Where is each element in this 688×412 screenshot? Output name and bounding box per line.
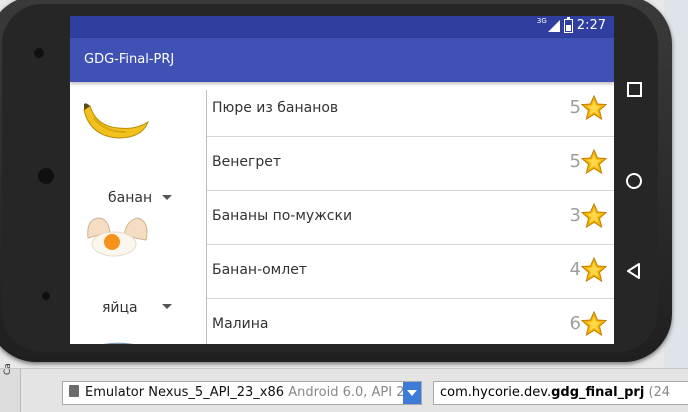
recipe-rating: 3 <box>569 205 581 226</box>
recipe-row[interactable]: Венегрет 5 <box>207 136 614 191</box>
speaker-grille <box>38 168 54 184</box>
recipe-name: Венегрет <box>212 154 281 170</box>
device-screen: 3G 2:27 GDG-Final-PRJ банан яйца Пюре из… <box>70 16 614 344</box>
app-bar: GDG-Final-PRJ <box>70 38 614 82</box>
navigation-bar <box>614 16 654 344</box>
recipe-row[interactable]: Банан-омлет 4 <box>207 244 614 299</box>
recipe-rating: 4 <box>569 259 581 280</box>
process-name: gdg_final_prj <box>551 385 645 400</box>
status-bar: 3G 2:27 <box>70 16 614 38</box>
device-icon <box>69 385 79 397</box>
status-time: 2:27 <box>576 18 606 33</box>
recipe-name: Пюре из бананов <box>212 100 339 116</box>
ingredient-list: банан яйца <box>70 82 206 344</box>
recipe-rating: 5 <box>569 151 581 172</box>
ide-side-tab-label: Ca <box>3 363 13 375</box>
camera-dot <box>34 48 44 58</box>
recents-icon <box>627 82 642 97</box>
process-prefix: com.hycorie.dev. <box>440 385 552 400</box>
ingredient-name: банан <box>108 190 153 206</box>
home-icon <box>626 173 642 189</box>
signal-icon <box>547 19 560 32</box>
eggs-icon[interactable] <box>80 210 150 260</box>
back-button[interactable] <box>623 260 645 282</box>
process-selector[interactable]: com.hycorie.dev.gdg_final_prj (24 <box>433 381 688 405</box>
banana-icon[interactable] <box>80 96 150 146</box>
recipe-row[interactable]: Бананы по-мужски 3 <box>207 190 614 245</box>
home-button[interactable] <box>623 170 645 192</box>
device-selector[interactable]: Emulator Nexus_5_API_23_x86 Android 6.0,… <box>62 381 422 405</box>
ingredient-name: яйца <box>102 300 138 316</box>
back-icon <box>627 263 640 279</box>
recipe-row[interactable]: Малина 6 <box>207 298 614 344</box>
recipe-name: Банан-омлет <box>212 262 307 278</box>
ide-side-tab[interactable]: Ca <box>0 363 21 412</box>
network-type: 3G <box>536 16 547 25</box>
chevron-down-icon[interactable] <box>403 382 421 404</box>
star-icon <box>581 257 607 283</box>
recipe-name: Бананы по-мужски <box>212 208 353 224</box>
recipe-name: Малина <box>212 316 269 332</box>
recipe-list: Пюре из бананов 5 Венегрет 5 Бананы по-м… <box>207 82 614 344</box>
device-name: Emulator Nexus_5_API_23_x86 <box>85 385 285 400</box>
star-icon <box>581 311 607 337</box>
recipe-rating: 5 <box>569 97 581 118</box>
recipe-row[interactable]: Пюре из бананов 5 <box>207 82 614 137</box>
star-icon <box>581 95 607 121</box>
battery-icon <box>563 16 573 33</box>
dropdown-arrow-icon[interactable] <box>162 304 172 309</box>
star-icon <box>581 203 607 229</box>
app-title: GDG-Final-PRJ <box>84 52 175 67</box>
device-api: Android 6.0, API 23 <box>288 385 413 400</box>
recents-button[interactable] <box>623 78 645 100</box>
process-pid: (24 <box>648 385 671 400</box>
fish-icon[interactable] <box>80 338 150 344</box>
status-icons: 3G 2:27 <box>536 16 606 33</box>
ide-toolbar: Ca Emulator Nexus_5_API_23_x86 Android 6… <box>0 363 688 412</box>
star-icon <box>581 149 607 175</box>
dropdown-arrow-icon[interactable] <box>162 195 172 200</box>
sensor-dot <box>42 292 50 300</box>
recipe-rating: 6 <box>569 313 581 334</box>
